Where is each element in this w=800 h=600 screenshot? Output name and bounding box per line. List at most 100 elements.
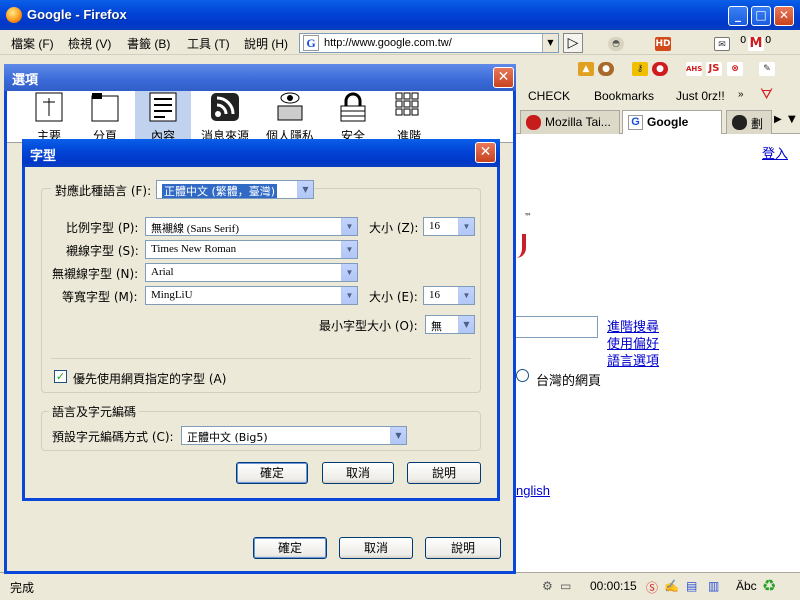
sans-select[interactable]: Arial ▼ bbox=[145, 263, 358, 282]
go-button[interactable]: ▷ bbox=[563, 33, 583, 53]
login-link[interactable]: 登入 bbox=[762, 143, 788, 162]
encoding-group-label: 語言及字元編碼 bbox=[49, 403, 140, 420]
mono-size-select[interactable]: 16 ▼ bbox=[423, 286, 475, 305]
trademark: ™ bbox=[524, 212, 532, 221]
chevron-down-icon: ▼ bbox=[341, 264, 357, 281]
ahs-icon[interactable]: AHS bbox=[686, 62, 702, 76]
chevron-down-icon: ▼ bbox=[390, 427, 406, 444]
menu-file[interactable]: 檔案 (F) bbox=[11, 35, 54, 52]
divider bbox=[51, 358, 471, 359]
options-help-button[interactable]: 說明 bbox=[425, 537, 501, 559]
window-titlebar: Google - Firefox _ □ ✕ bbox=[0, 0, 800, 30]
pane-security[interactable]: 安全 bbox=[325, 91, 381, 143]
menu-view[interactable]: 檢視 (V) bbox=[68, 35, 111, 52]
feeds-pane-icon bbox=[211, 93, 239, 121]
mail-count-b: 0 bbox=[765, 35, 772, 46]
allow-pages-checkbox[interactable]: ✓ bbox=[54, 370, 67, 383]
pane-content[interactable]: 內容 bbox=[135, 91, 191, 143]
maximize-button[interactable]: □ bbox=[751, 6, 771, 26]
chevron-down-icon: ▼ bbox=[341, 287, 357, 304]
fonts-cancel-button[interactable]: 取消 bbox=[322, 462, 394, 484]
language-select[interactable]: 正體中文 (繁體，臺灣) ▼ bbox=[156, 180, 314, 199]
edit-icon[interactable]: ✎ bbox=[759, 62, 775, 76]
sans-select-value: Arial bbox=[151, 266, 174, 278]
refresh-icon[interactable]: ♻ bbox=[762, 576, 776, 596]
mono-size-label: 大小 (E): bbox=[369, 290, 418, 304]
menu-bookmarks[interactable]: 書籤 (B) bbox=[127, 35, 170, 52]
trash-icon[interactable]: ▥ bbox=[708, 579, 719, 593]
pane-privacy[interactable]: 個人隱私 bbox=[259, 91, 321, 143]
js-icon[interactable]: JS bbox=[706, 62, 722, 76]
tab-google[interactable]: G Google bbox=[622, 110, 722, 135]
privacy-pane-icon bbox=[277, 92, 303, 121]
security-pane-icon bbox=[340, 92, 366, 122]
min-size-label: 最小字型大小 (O): bbox=[319, 319, 418, 333]
size-select[interactable]: 16 ▼ bbox=[423, 217, 475, 236]
page-icon[interactable]: ▭ bbox=[560, 579, 571, 593]
tab-list-icon[interactable]: ▼ bbox=[788, 114, 796, 125]
cookie-icon[interactable]: ● bbox=[598, 62, 614, 76]
english-link[interactable]: nglish bbox=[516, 483, 550, 498]
menu-help[interactable]: 說明 (H) bbox=[244, 35, 288, 52]
language-tools-link[interactable]: 語言選項 bbox=[607, 350, 659, 369]
media-icon bbox=[732, 115, 747, 130]
mono-size-select-value: 16 bbox=[429, 289, 440, 301]
bookmark-bookmarks[interactable]: Bookmarks bbox=[594, 89, 654, 103]
serif-select-value: Times New Roman bbox=[151, 243, 237, 255]
options-ok-button[interactable]: 確定 bbox=[253, 537, 327, 559]
fonts-help-button[interactable]: 說明 bbox=[407, 462, 481, 484]
tab-scroll-right-icon[interactable]: ▶ bbox=[774, 114, 782, 125]
chevron-down-icon: ▼ bbox=[458, 316, 474, 333]
clipboard-icon[interactable]: ▤ bbox=[686, 579, 697, 593]
close-window-button[interactable]: ✕ bbox=[774, 6, 794, 26]
mail-icon[interactable]: ✉ bbox=[714, 37, 730, 51]
tab-third[interactable]: 劃 bbox=[726, 110, 772, 134]
fonts-close-button[interactable]: ✕ bbox=[475, 142, 496, 163]
ribbon-icon[interactable]: ᗊ bbox=[760, 86, 773, 103]
fonts-ok-button[interactable]: 確定 bbox=[236, 462, 308, 484]
min-size-select[interactable]: 無 ▼ bbox=[425, 315, 475, 334]
url-text[interactable]: http://www.google.com.tw/ bbox=[324, 37, 452, 49]
tab-strip: Mozilla Tai... G Google 劃 ▶ ▼ bbox=[516, 108, 800, 135]
more-bookmarks-icon[interactable]: » bbox=[738, 89, 744, 100]
proportional-label: 比例字型 (P): bbox=[66, 221, 139, 235]
tab-mozilla[interactable]: Mozilla Tai... bbox=[520, 110, 620, 134]
stop-icon[interactable]: ● bbox=[652, 62, 668, 76]
options-close-button[interactable]: ✕ bbox=[493, 67, 514, 88]
main-pane-icon bbox=[35, 92, 63, 122]
chevron-down-icon: ▼ bbox=[458, 287, 474, 304]
pane-feeds[interactable]: 消息來源 bbox=[195, 91, 255, 143]
connection-icon[interactable]: ⚙ bbox=[542, 579, 553, 593]
hd-icon[interactable]: HD bbox=[655, 37, 671, 51]
menu-tools[interactable]: 工具 (T) bbox=[187, 35, 230, 52]
sans-label: 無襯線字型 (N): bbox=[52, 267, 139, 281]
options-cancel-button[interactable]: 取消 bbox=[339, 537, 413, 559]
mono-select[interactable]: MingLiU ▼ bbox=[145, 286, 358, 305]
search-input[interactable] bbox=[516, 316, 598, 338]
pane-main[interactable]: 主要 bbox=[21, 91, 77, 143]
gmail-icon[interactable]: M bbox=[748, 37, 764, 51]
minimize-button[interactable]: _ bbox=[728, 6, 748, 26]
spellcheck-abc[interactable]: Äbc bbox=[736, 579, 757, 593]
tab-label: Mozilla Tai... bbox=[545, 115, 611, 129]
notepad-icon[interactable]: ✍ bbox=[664, 579, 679, 593]
address-bar[interactable]: G http://www.google.com.tw/ ▼ bbox=[299, 33, 559, 53]
radio-taiwan[interactable] bbox=[516, 369, 529, 382]
bookmark-just0rz[interactable]: Just 0rz!! bbox=[676, 89, 725, 103]
pane-tabs[interactable]: 分頁 bbox=[77, 91, 133, 143]
disk-icon[interactable]: ◓ bbox=[608, 37, 624, 51]
serif-select[interactable]: Times New Roman ▼ bbox=[145, 240, 358, 259]
key-icon[interactable]: ⚷ bbox=[632, 62, 648, 76]
pane-advanced[interactable]: 進階 bbox=[381, 91, 437, 143]
google-logo-fragment bbox=[516, 234, 526, 258]
shield-icon[interactable]: Ⓢ bbox=[646, 579, 658, 596]
no-image-icon[interactable]: ⊗ bbox=[727, 62, 743, 76]
tab-label: Google bbox=[647, 115, 689, 129]
fonts-titlebar: 字型 bbox=[22, 139, 500, 167]
url-dropdown-icon[interactable]: ▼ bbox=[542, 34, 558, 52]
pencil-icon[interactable]: ▲ bbox=[578, 62, 594, 76]
bookmark-check[interactable]: CHECK bbox=[528, 89, 570, 103]
encoding-select[interactable]: 正體中文 (Big5) ▼ bbox=[181, 426, 407, 445]
chevron-down-icon: ▼ bbox=[341, 241, 357, 258]
proportional-select[interactable]: 無襯線 (Sans Serif) ▼ bbox=[145, 217, 358, 236]
